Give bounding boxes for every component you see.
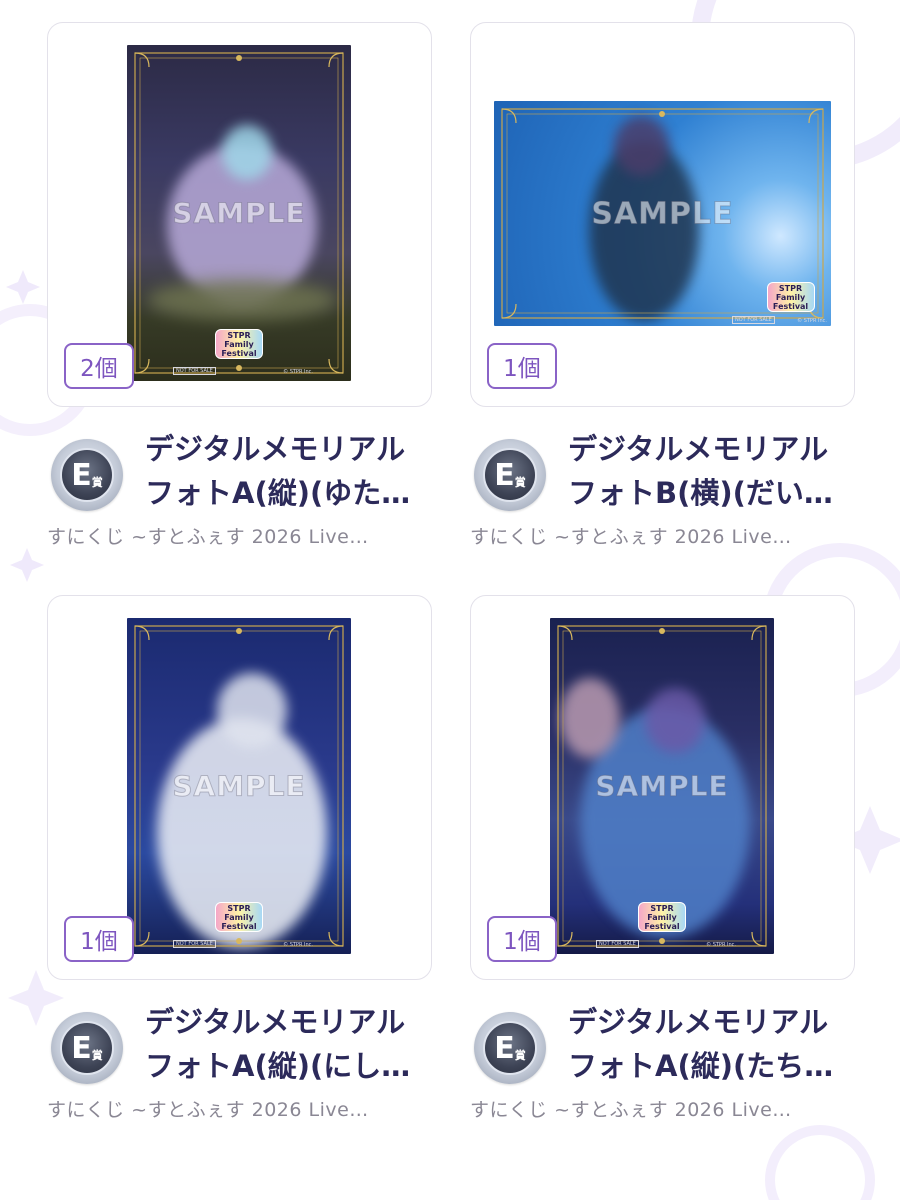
- prize-rank-icon: E賞: [474, 439, 546, 511]
- event-logo: STPR Family Festival: [215, 902, 263, 932]
- prize-title[interactable]: デジタルメモリアル フォトB(横)(だい…: [568, 427, 853, 515]
- prize-title[interactable]: デジタルメモリアル フォトA(縦)(にし…: [145, 1000, 430, 1088]
- prize-card[interactable]: SAMPLE STPR Family Festival NOT FOR SALE…: [470, 22, 855, 407]
- count-badge: 1個: [487, 343, 557, 389]
- prize-card[interactable]: SAMPLE STPR Family Festival NOT FOR SALE…: [470, 595, 855, 980]
- prize-photo: SAMPLE STPR Family Festival NOT FOR SALE…: [494, 101, 831, 326]
- sample-watermark: SAMPLE: [172, 196, 306, 230]
- prize-card[interactable]: SAMPLE STPR Family Festival NOT FOR SALE…: [47, 595, 432, 980]
- prize-subtitle: すにくじ ~すとふぇす 2026 Live…: [47, 1099, 369, 1121]
- prize-subtitle: すにくじ ~すとふぇす 2026 Live…: [470, 1099, 792, 1121]
- event-logo: STPR Family Festival: [215, 329, 263, 359]
- prize-title[interactable]: デジタルメモリアル フォトA(縦)(たち…: [568, 1000, 853, 1088]
- prize-rank-icon: E賞: [51, 1012, 123, 1084]
- not-for-sale-label: NOT FOR SALE: [596, 940, 639, 948]
- not-for-sale-label: NOT FOR SALE: [173, 940, 216, 948]
- prize-info: E賞 デジタルメモリアル フォトA(縦)(にし…: [47, 1000, 432, 1090]
- prize-info: E賞 デジタルメモリアル フォトA(縦)(たち…: [470, 1000, 855, 1090]
- prize-subtitle: すにくじ ~すとふぇす 2026 Live…: [470, 526, 792, 548]
- count-badge: 1個: [64, 916, 134, 962]
- copyright-label: © STPR Inc.: [283, 369, 313, 375]
- prize-photo: SAMPLE STPR Family Festival NOT FOR SALE…: [127, 45, 351, 381]
- prize-photo: SAMPLE STPR Family Festival NOT FOR SALE…: [127, 618, 351, 954]
- not-for-sale-label: NOT FOR SALE: [732, 316, 775, 324]
- event-logo: STPR Family Festival: [638, 902, 686, 932]
- prize-item[interactable]: SAMPLE STPR Family Festival NOT FOR SALE…: [470, 595, 855, 1140]
- prize-item[interactable]: SAMPLE STPR Family Festival NOT FOR SALE…: [470, 22, 855, 567]
- copyright-label: © STPR Inc.: [706, 942, 736, 948]
- count-badge: 1個: [487, 916, 557, 962]
- prize-grid: SAMPLE STPR Family Festival NOT FOR SALE…: [47, 22, 855, 1140]
- prize-rank-icon: E賞: [474, 1012, 546, 1084]
- prize-item[interactable]: SAMPLE STPR Family Festival NOT FOR SALE…: [47, 595, 432, 1140]
- sample-watermark: SAMPLE: [595, 769, 729, 803]
- prize-title[interactable]: デジタルメモリアル フォトA(縦)(ゆた…: [145, 427, 430, 515]
- count-badge: 2個: [64, 343, 134, 389]
- prize-info: E賞 デジタルメモリアル フォトB(横)(だい…: [470, 427, 855, 517]
- prize-card[interactable]: SAMPLE STPR Family Festival NOT FOR SALE…: [47, 22, 432, 407]
- prize-item[interactable]: SAMPLE STPR Family Festival NOT FOR SALE…: [47, 22, 432, 567]
- prize-subtitle: すにくじ ~すとふぇす 2026 Live…: [47, 526, 369, 548]
- prize-info: E賞 デジタルメモリアル フォトA(縦)(ゆた…: [47, 427, 432, 517]
- sample-watermark: SAMPLE: [172, 769, 306, 803]
- copyright-label: © STPR Inc.: [283, 942, 313, 948]
- event-logo: STPR Family Festival: [766, 282, 815, 312]
- not-for-sale-label: NOT FOR SALE: [173, 367, 216, 375]
- prize-photo: SAMPLE STPR Family Festival NOT FOR SALE…: [550, 618, 774, 954]
- copyright-label: © STPR Inc.: [797, 318, 827, 324]
- sample-watermark: SAMPLE: [591, 196, 734, 232]
- prize-rank-icon: E賞: [51, 439, 123, 511]
